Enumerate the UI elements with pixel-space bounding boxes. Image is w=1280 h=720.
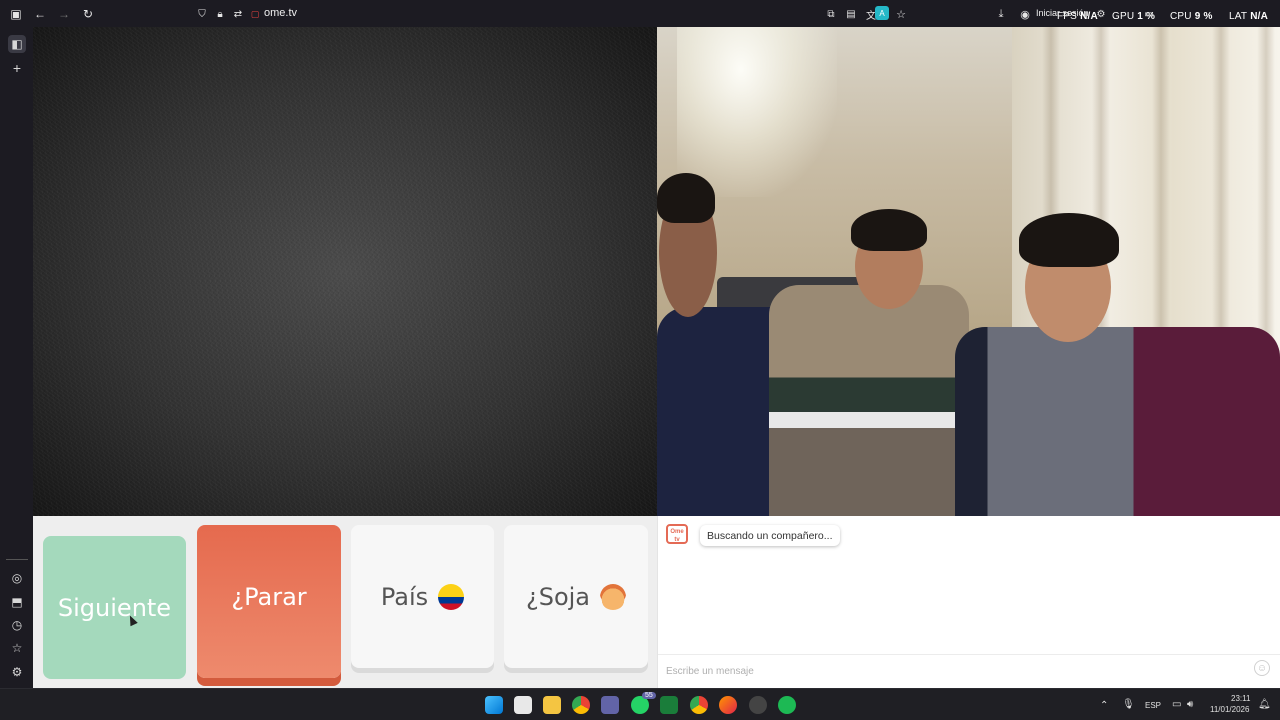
language-indicator[interactable]: ESP xyxy=(1145,701,1161,710)
sidebar-toggle-icon[interactable]: ▣ xyxy=(7,5,25,23)
next-button[interactable]: Siguiente xyxy=(43,536,186,679)
perf-lat: LAT N/A xyxy=(1229,11,1268,22)
chrome-profile-icon[interactable] xyxy=(690,696,708,714)
history-clock-icon[interactable]: ◷ xyxy=(8,616,26,634)
person-left-hair xyxy=(657,173,715,223)
picture-in-picture-icon[interactable]: ⧉ xyxy=(822,5,840,23)
perf-gpu-label: GPU xyxy=(1112,11,1135,22)
perf-lat-value: N/A xyxy=(1250,11,1269,22)
reload-icon[interactable]: ↻ xyxy=(79,5,97,23)
browser-sidebar: ◧ + ◎ ⬒ ◷ ☆ ⚙ xyxy=(0,27,33,688)
ometv-logo-icon: Ome tv xyxy=(666,524,688,544)
person-middle xyxy=(769,285,969,516)
clock-date[interactable]: 11/01/2026 xyxy=(1210,705,1249,714)
emoji-picker-icon[interactable]: ☺ xyxy=(1254,660,1270,676)
status-message: Buscando un compañero... xyxy=(700,525,840,546)
active-tab-icon[interactable]: ◧ xyxy=(8,35,26,53)
downloads-icon[interactable]: ⬒ xyxy=(8,593,26,611)
teams-icon[interactable] xyxy=(601,696,619,714)
permissions-icon[interactable]: ⇄ xyxy=(229,5,247,23)
extension-icon[interactable]: A xyxy=(875,6,889,20)
video-grain xyxy=(33,27,657,516)
store-icon[interactable] xyxy=(514,696,532,714)
perf-cpu: CPU 9 % xyxy=(1170,11,1213,22)
site-favicon-icon: ▢ xyxy=(250,8,260,19)
settings-gear-icon[interactable]: ⚙ xyxy=(8,663,26,681)
file-explorer-icon[interactable] xyxy=(543,696,561,714)
perf-fps-label: FPS xyxy=(1057,11,1078,22)
gender-filter-button[interactable]: ¿Soja xyxy=(504,525,648,668)
message-input-placeholder: Escribe un mensaje xyxy=(666,666,754,677)
person-right xyxy=(955,327,1280,516)
bookmark-star-icon[interactable]: ☆ xyxy=(892,5,910,23)
network-icon[interactable]: ▭ xyxy=(1172,699,1181,710)
sidebar-divider xyxy=(6,559,28,560)
self-camera-video xyxy=(657,27,1280,516)
message-input[interactable]: Escribe un mensaje xyxy=(658,654,1280,688)
chrome-icon[interactable] xyxy=(572,696,590,714)
windows-start-icon[interactable] xyxy=(485,696,503,714)
perf-cpu-label: CPU xyxy=(1170,11,1192,22)
lock-icon[interactable]: 🔒︎ xyxy=(211,5,229,23)
url-bar[interactable]: ome.tv xyxy=(264,7,297,19)
clock-time[interactable]: 23:11 xyxy=(1231,694,1250,703)
taskbar: 55 ⌃ 🎙︎ ESP ▭ 🔊︎ 23:11 11/01/2026 🔔︎ xyxy=(0,688,1280,720)
country-button-label: País xyxy=(380,582,429,611)
spotify-icon[interactable] xyxy=(778,696,796,714)
stranger-video xyxy=(33,27,657,516)
bookmarks-star-icon[interactable]: ☆ xyxy=(8,639,26,657)
next-button-label: Siguiente xyxy=(57,593,172,622)
shield-icon[interactable]: ⛉ xyxy=(193,5,211,23)
stop-button-label: ¿Parar xyxy=(231,582,307,611)
person-right-hair xyxy=(1019,213,1119,267)
tray-chevron-icon[interactable]: ⌃ xyxy=(1100,700,1108,711)
reader-view-icon[interactable]: ▤ xyxy=(842,5,860,23)
stop-button[interactable]: ¿Parar xyxy=(197,525,341,678)
screen-icon[interactable]: ▭ xyxy=(1140,5,1158,23)
chat-panel: Ome tv Buscando un compañero... Escribe … xyxy=(657,516,1280,688)
camera-light xyxy=(677,27,837,197)
notifications-bell-icon[interactable]: 🔔︎ xyxy=(1258,699,1271,710)
account-icon[interactable]: ◉ xyxy=(1016,5,1034,23)
perf-cpu-value: 9 % xyxy=(1194,11,1213,22)
volume-icon[interactable]: 🔊︎ xyxy=(1187,699,1193,710)
gender-button-label: ¿Soja xyxy=(525,582,591,611)
back-icon[interactable]: ← xyxy=(31,5,49,23)
perf-lat-label: LAT xyxy=(1229,11,1248,22)
extension-puzzle-icon[interactable]: ⚙ xyxy=(1092,5,1110,23)
pycharm-icon[interactable] xyxy=(660,696,678,714)
boy-face-icon xyxy=(600,583,627,610)
download-icon[interactable]: ⤓ xyxy=(992,5,1010,23)
screen: ▣ ← → ↻ ⛉ 🔒︎ ⇄ ▢ ome.tv ⧉ ▤ 文 A ☆ ⤓ ◉ In… xyxy=(0,0,1280,720)
firefox-icon[interactable] xyxy=(719,696,737,714)
browser-toolbar: ▣ ← → ↻ ⛉ 🔒︎ ⇄ ▢ ome.tv ⧉ ▤ 文 A ☆ ⤓ ◉ In… xyxy=(0,0,1280,27)
microphone-icon[interactable]: 🎙︎ xyxy=(1122,699,1135,710)
person-middle-hair xyxy=(851,209,927,251)
vpn-icon[interactable]: ◎ xyxy=(8,569,26,587)
country-filter-button[interactable]: País xyxy=(351,525,494,668)
steam-icon[interactable] xyxy=(749,696,767,714)
notification-badge: 55 xyxy=(642,692,656,699)
controls-panel: Siguiente ¿Parar País ¿Soja xyxy=(33,516,657,688)
colombia-flag-icon xyxy=(438,583,465,610)
new-tab-plus-icon[interactable]: + xyxy=(8,59,26,77)
forward-icon[interactable]: → xyxy=(55,5,73,23)
